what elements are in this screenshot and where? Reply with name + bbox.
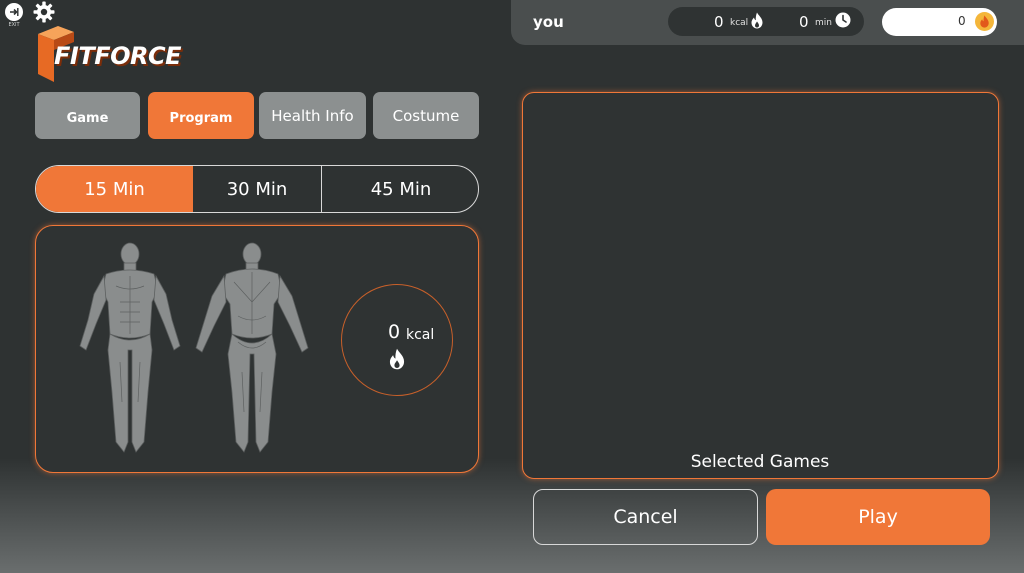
coin-count: 0 xyxy=(958,14,966,28)
minutes-unit: min xyxy=(815,18,832,28)
coin-flame-icon xyxy=(975,12,994,31)
selected-games-panel: Selected Games xyxy=(522,92,999,479)
duration-selector: 15 Min 30 Min 45 Min xyxy=(35,165,479,213)
tab-health-info[interactable]: Health Info xyxy=(259,92,366,139)
coin-balance: 0 xyxy=(882,8,997,36)
exit-arrow-icon xyxy=(5,3,23,21)
tab-program[interactable]: Program xyxy=(148,92,254,139)
duration-30-min[interactable]: 30 Min xyxy=(193,166,322,212)
tab-game[interactable]: Game xyxy=(35,92,140,139)
body-back-figure xyxy=(195,242,309,453)
body-front-figure xyxy=(79,242,181,453)
flame-icon xyxy=(389,348,405,370)
kcal-unit: kcal xyxy=(730,18,749,28)
exit-button[interactable]: EXIT xyxy=(5,3,25,29)
top-status-bar: you 0 kcal 0 min 0 xyxy=(511,0,1024,45)
selected-games-label: Selected Games xyxy=(690,452,830,472)
minutes-total: 0 xyxy=(799,13,809,31)
stats-pill: 0 kcal 0 min xyxy=(668,7,864,36)
tab-costume[interactable]: Costume xyxy=(373,92,479,139)
kcal-total: 0 xyxy=(714,13,724,31)
program-kcal-unit: kcal xyxy=(406,327,435,343)
body-muscle-panel: 0 kcal xyxy=(35,225,479,473)
program-kcal-circle: 0 kcal xyxy=(341,284,453,396)
logo-text: FITFORCE xyxy=(54,42,181,70)
cancel-button[interactable]: Cancel xyxy=(533,489,758,545)
fitforce-logo: FITFORCE xyxy=(36,18,181,84)
program-kcal-value: 0 xyxy=(388,321,401,343)
duration-45-min[interactable]: 45 Min xyxy=(323,166,478,212)
flame-icon xyxy=(751,12,763,29)
user-name: you xyxy=(533,13,564,31)
play-button[interactable]: Play xyxy=(766,489,990,545)
clock-icon xyxy=(835,12,851,28)
duration-15-min[interactable]: 15 Min xyxy=(36,166,193,212)
exit-label: EXIT xyxy=(8,22,20,28)
